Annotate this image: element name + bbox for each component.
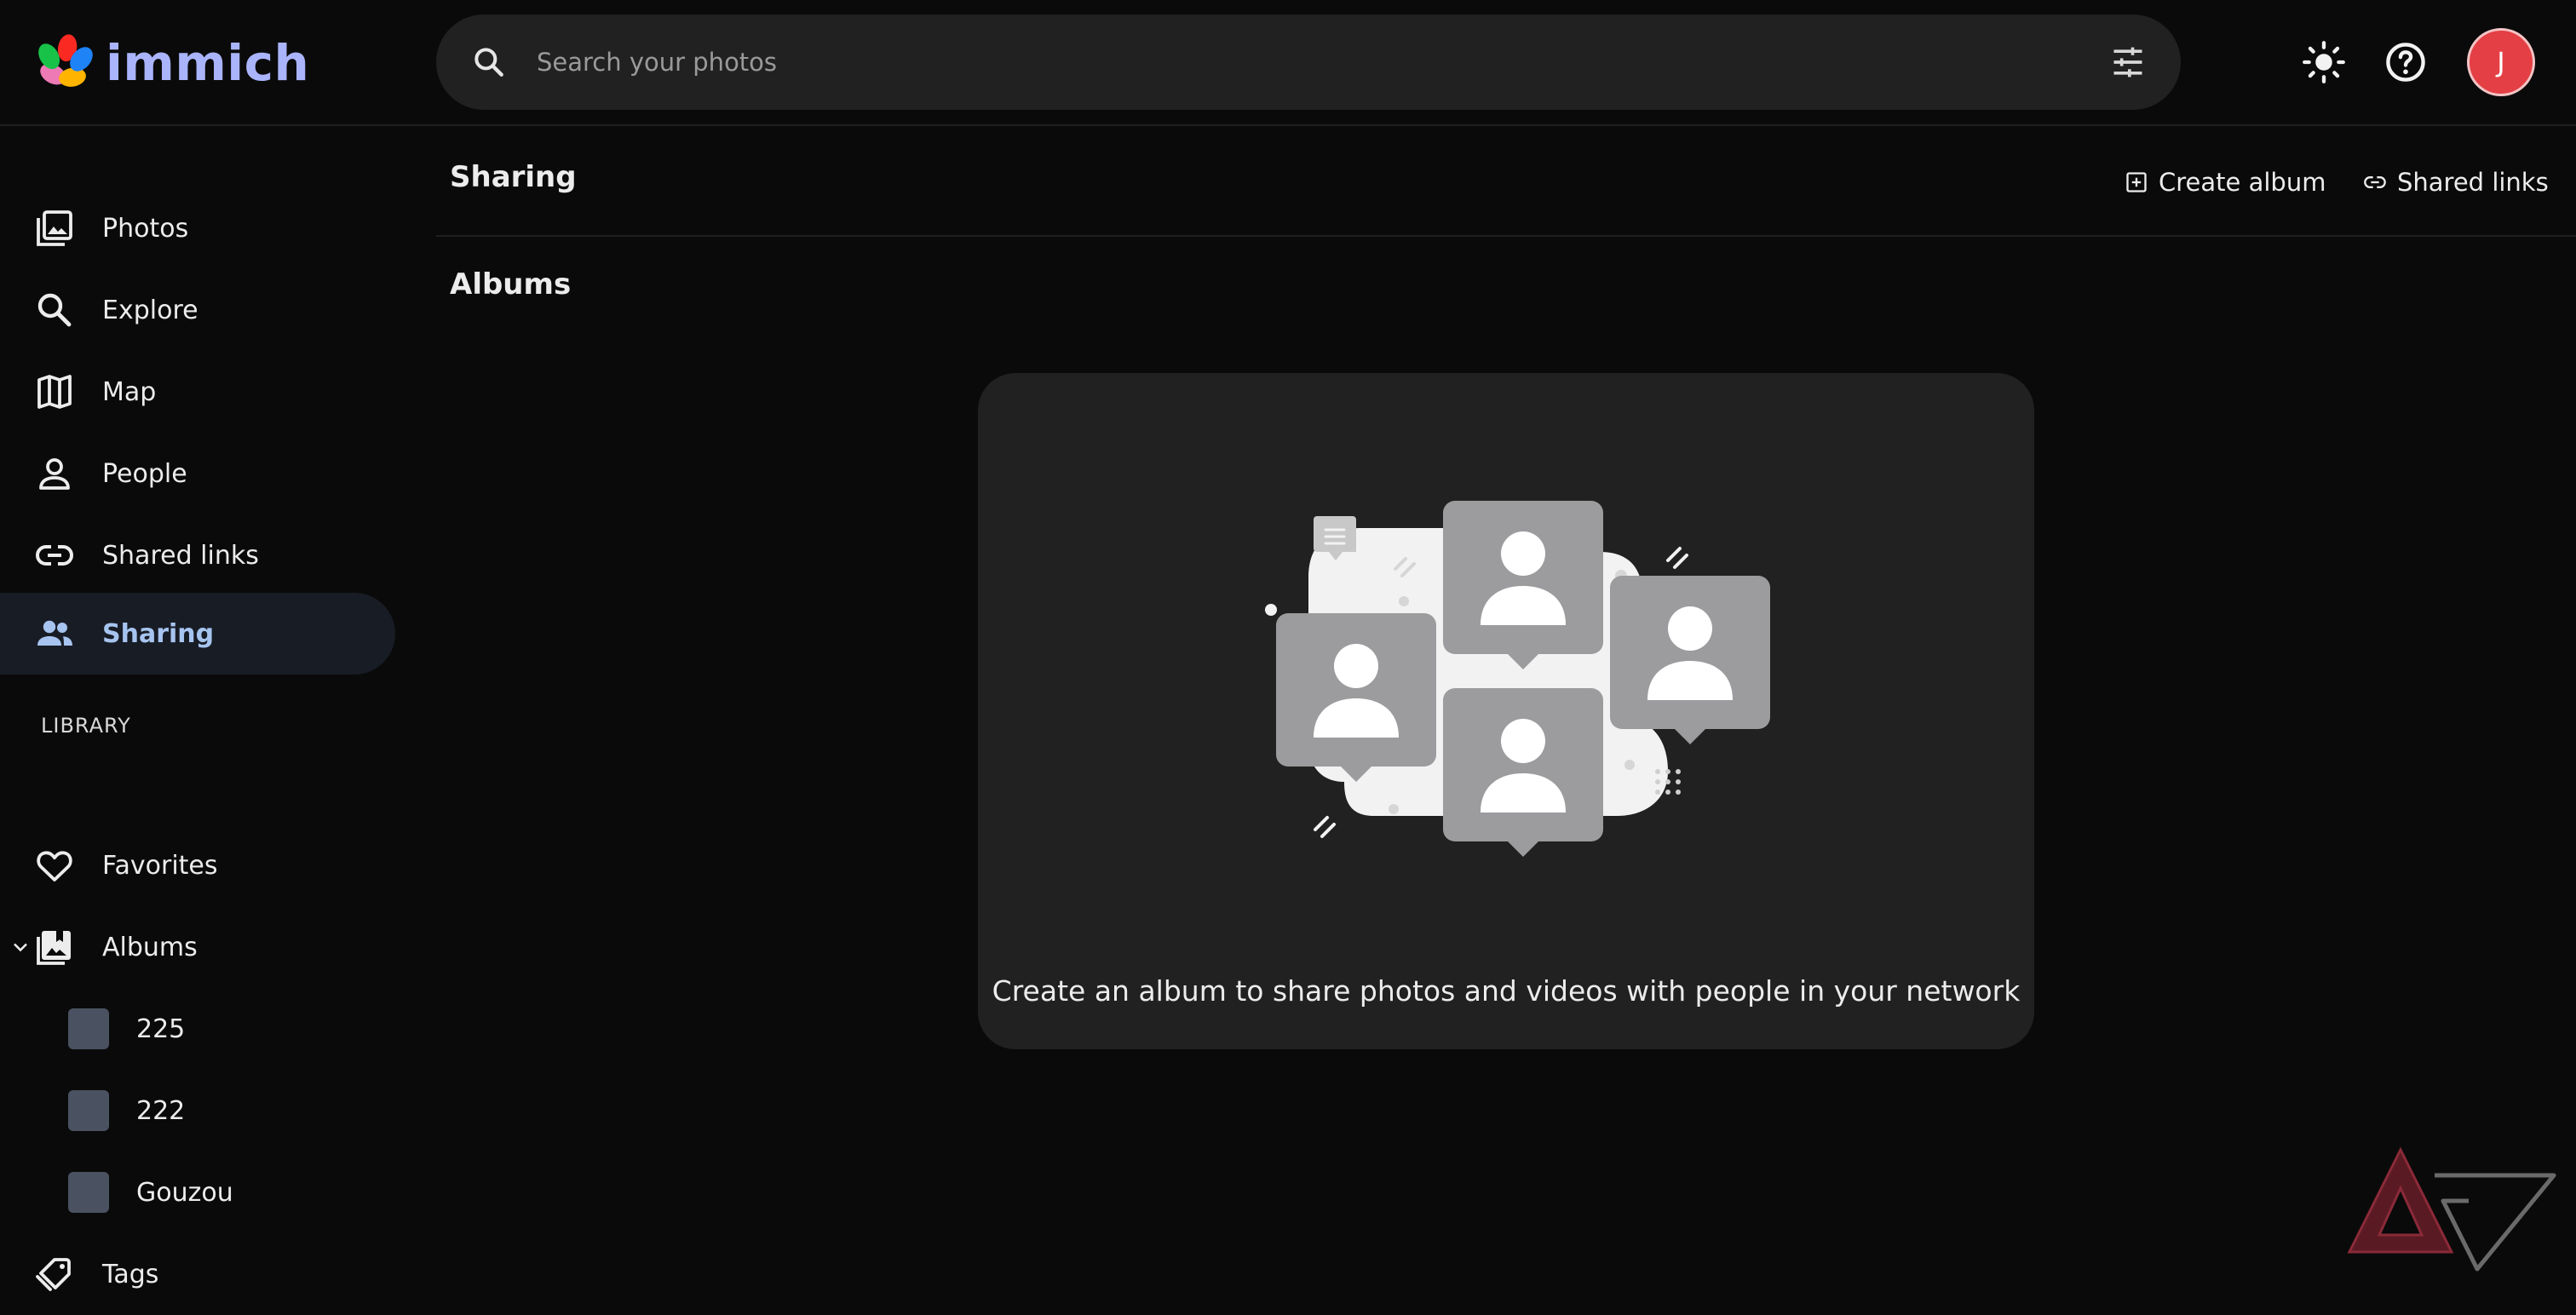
chevron-down-icon[interactable]	[9, 935, 32, 959]
sidebar-item-label: Albums	[102, 932, 198, 962]
immich-logo[interactable]: immich	[34, 31, 309, 95]
sharing-empty-illustration	[1265, 501, 1770, 857]
sidebar-item-label: Photos	[102, 213, 189, 244]
top-bar: immich J	[0, 0, 2576, 126]
link-icon	[2364, 176, 2386, 188]
sidebar-item-label: Shared links	[102, 540, 259, 571]
watermark-logo-icon	[2347, 1146, 2556, 1272]
album-thumbnail	[68, 1172, 109, 1213]
page-title: Sharing	[450, 160, 577, 194]
sidebar-item-label: Sharing	[102, 618, 215, 649]
immich-logo-icon	[38, 34, 93, 87]
album-image-icon	[37, 931, 71, 965]
albums-section-title: Albums	[450, 267, 572, 301]
map-icon	[37, 375, 72, 409]
plus-box-outline-icon	[2126, 172, 2147, 192]
sidebar-item-albums[interactable]: Albums	[0, 906, 395, 988]
sun-icon[interactable]	[2302, 40, 2346, 84]
create-album-button[interactable]: Create album	[2125, 165, 2326, 199]
sidebar-item-photos[interactable]: Photos	[0, 187, 395, 269]
tune-icon[interactable]	[2109, 43, 2147, 81]
sidebar-item-label: Favorites	[102, 850, 218, 881]
sidebar-item-label: Map	[102, 376, 157, 407]
sidebar-item-people[interactable]: People	[0, 433, 395, 514]
sidebar-album-222[interactable]: 222	[0, 1070, 395, 1151]
sidebar-item-favorites[interactable]: Favorites	[0, 824, 395, 906]
album-thumbnail	[68, 1090, 109, 1131]
account-icon	[39, 458, 70, 490]
sidebar: Photos Explore Map People Shared links S…	[0, 128, 409, 1291]
heart-outline-icon	[37, 851, 72, 881]
sidebar-item-map[interactable]: Map	[0, 351, 395, 433]
user-avatar[interactable]: J	[2467, 28, 2535, 96]
search-icon	[474, 48, 503, 77]
sidebar-item-shared-links[interactable]: Shared links	[0, 514, 395, 596]
photos-icon	[37, 210, 72, 246]
album-thumbnail	[68, 1008, 109, 1049]
sidebar-item-label: Tags	[102, 1259, 159, 1289]
magnify-icon	[37, 293, 72, 327]
account-group-icon	[37, 620, 72, 646]
sidebar-item-tags[interactable]: Tags	[0, 1233, 395, 1315]
search-bar[interactable]	[436, 14, 2181, 110]
sidebar-item-label: Explore	[102, 295, 198, 325]
empty-state-card[interactable]: Create an album to share photos and vide…	[978, 373, 2034, 1049]
album-label: Gouzou	[136, 1177, 233, 1208]
link-icon	[36, 545, 73, 566]
shared-links-button[interactable]: Shared links	[2363, 165, 2549, 199]
empty-state-message: Create an album to share photos and vide…	[992, 974, 2021, 1008]
sidebar-item-explore[interactable]: Explore	[0, 269, 395, 351]
sidebar-item-sharing[interactable]: Sharing	[0, 593, 395, 675]
album-label: 225	[136, 1014, 186, 1044]
sidebar-item-label: People	[102, 458, 187, 489]
tag-multiple-icon	[36, 1258, 71, 1291]
page-header: Sharing Create album Shared links	[436, 128, 2576, 237]
search-input[interactable]	[535, 32, 2051, 93]
help-circle-icon[interactable]	[2383, 40, 2428, 84]
sidebar-album-gouzou[interactable]: Gouzou	[0, 1151, 395, 1233]
create-album-label: Create album	[2159, 168, 2326, 197]
album-label: 222	[136, 1095, 186, 1126]
library-heading: LIBRARY	[41, 714, 131, 738]
shared-links-label: Shared links	[2397, 168, 2549, 197]
sidebar-album-225[interactable]: 225	[0, 988, 395, 1070]
app-name: immich	[106, 34, 310, 92]
